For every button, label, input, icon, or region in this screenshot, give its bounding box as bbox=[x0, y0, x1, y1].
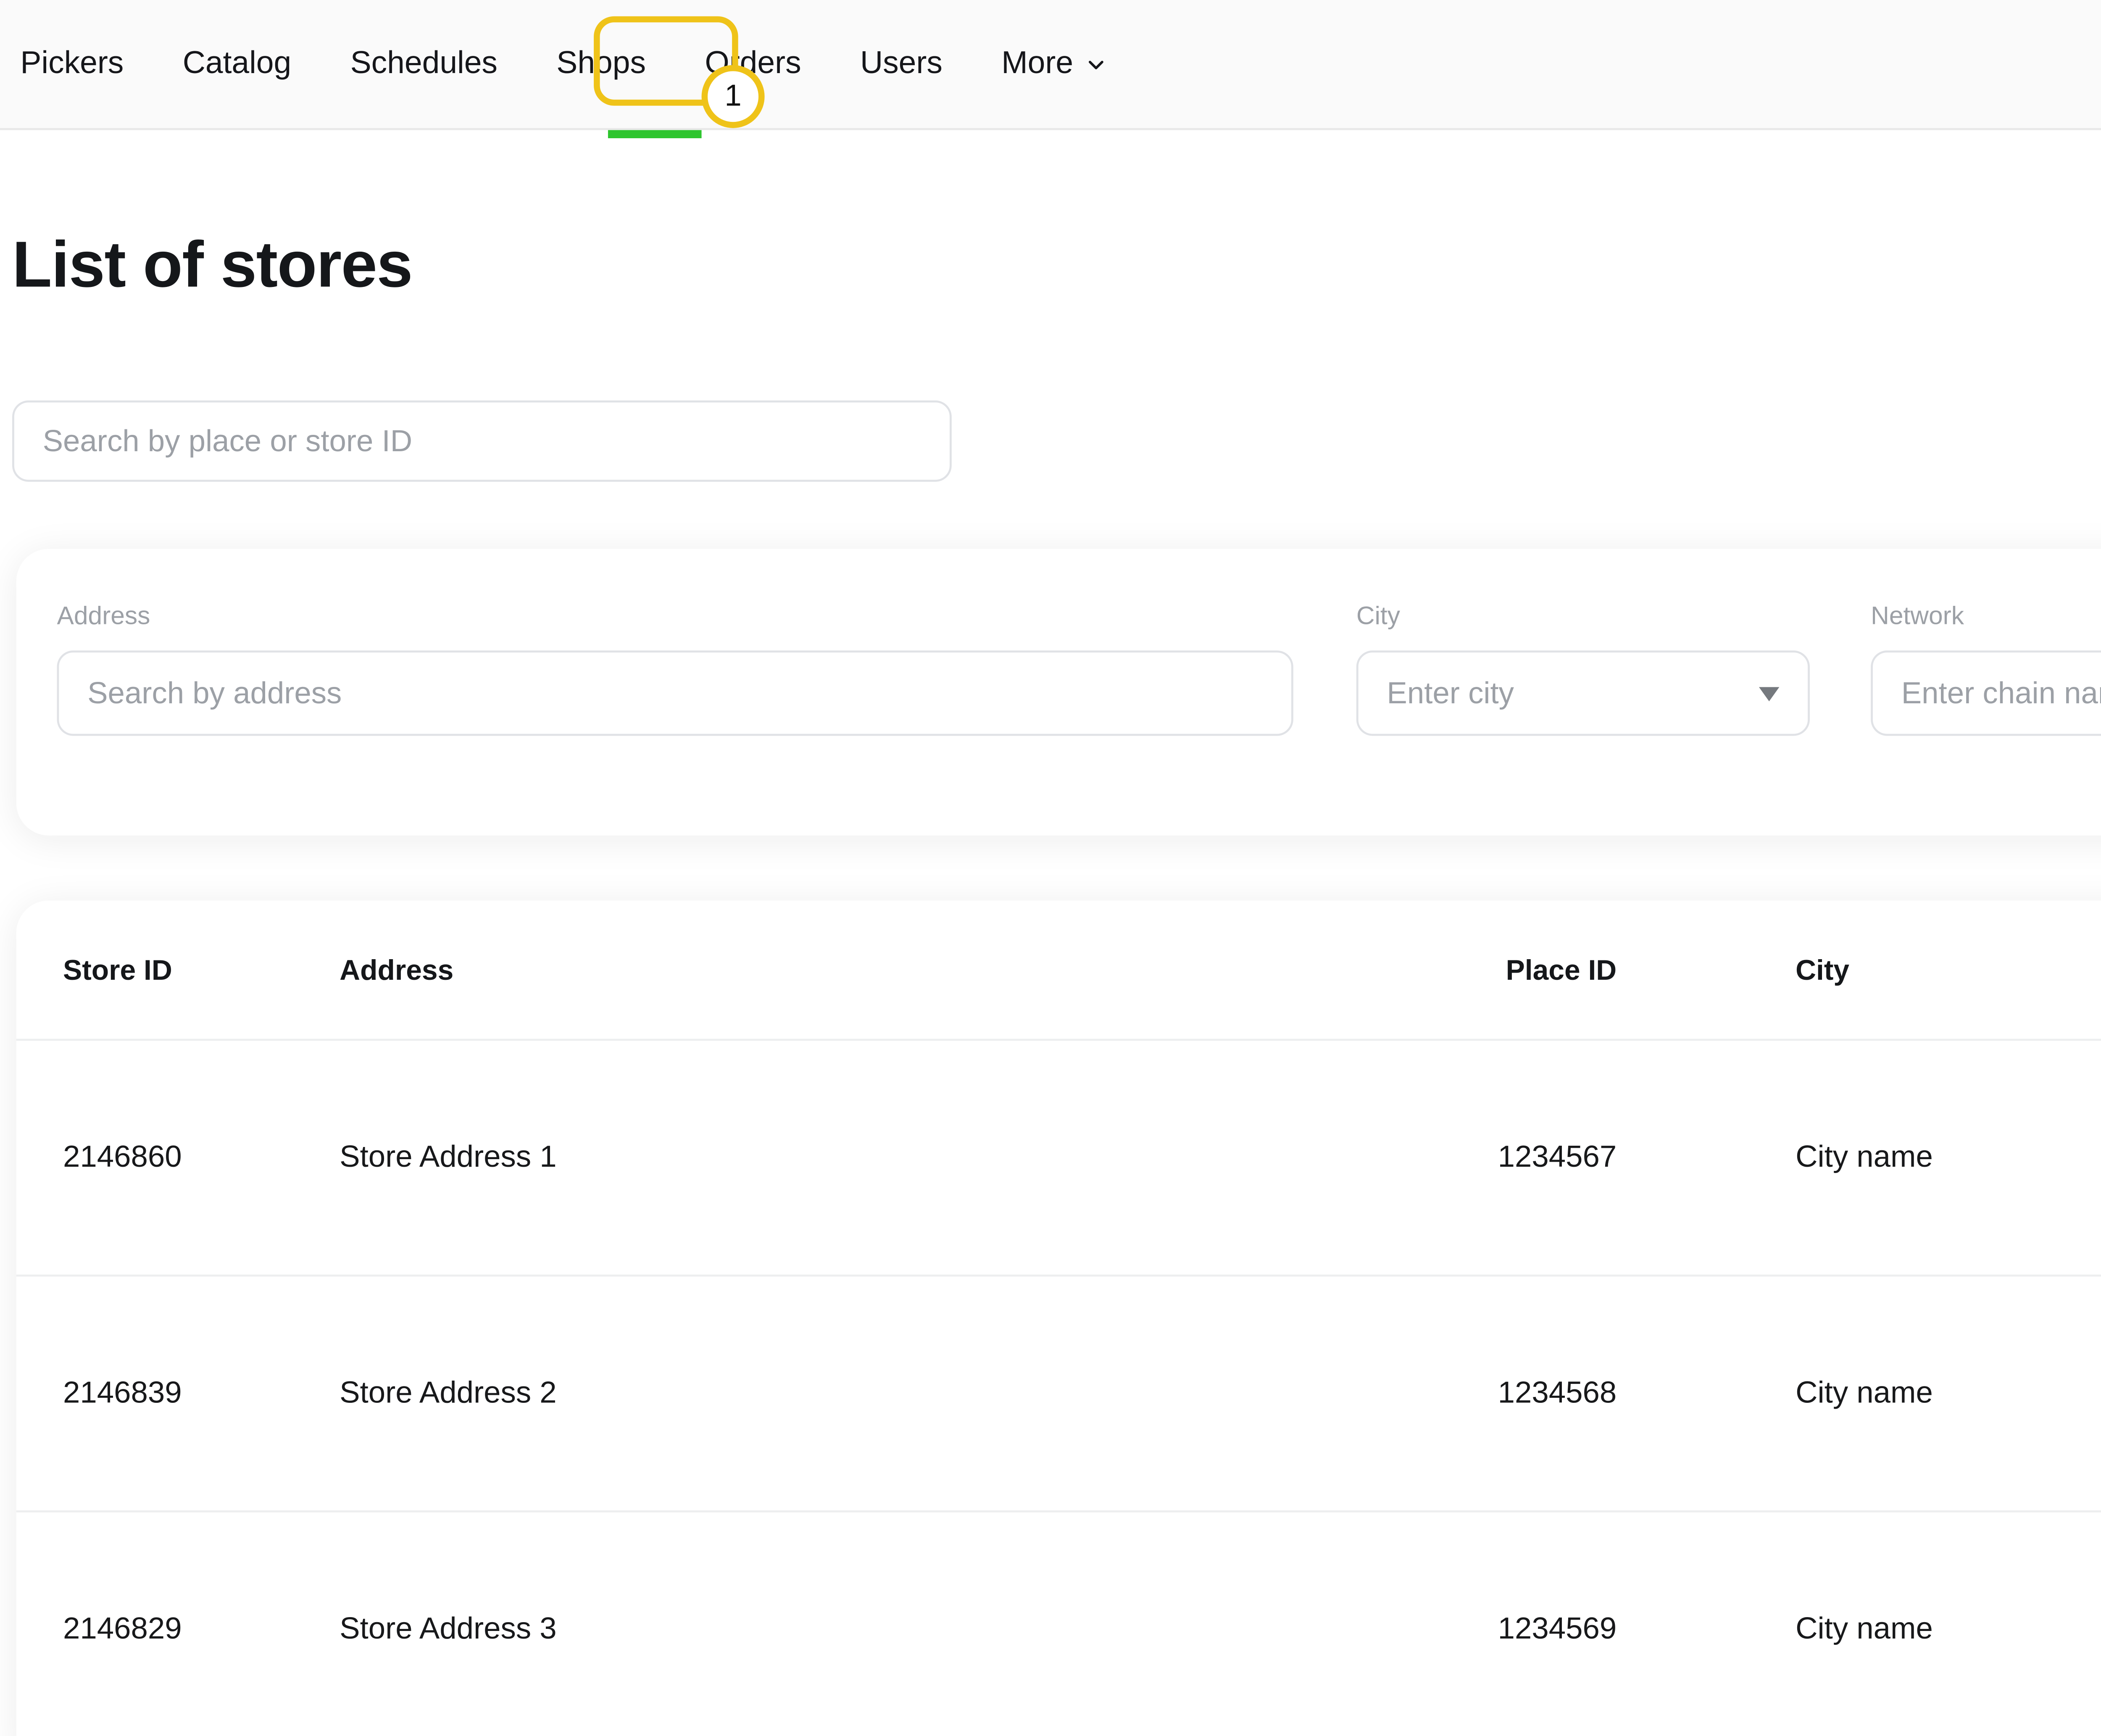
table-row: 2146829 Store Address 3 1234569 City nam… bbox=[16, 1510, 2101, 1736]
cell-address: Store Address 3 bbox=[340, 1612, 1348, 1647]
app-window: Pickers Catalog Schedules Shops Orders U… bbox=[0, 0, 2101, 1736]
table-row: 2146839 Store Address 2 1234568 City nam… bbox=[16, 1275, 2101, 1510]
network-filter-label: Network bbox=[1871, 602, 1964, 630]
nav-item-shops[interactable]: Shops bbox=[556, 46, 646, 82]
cell-city: City name bbox=[1617, 1612, 2101, 1647]
caret-down-icon bbox=[1759, 686, 1779, 700]
nav-item-users[interactable]: Users bbox=[860, 46, 943, 82]
network-filter-select[interactable]: Enter chain name bbox=[1871, 650, 2101, 736]
active-tab-underline bbox=[608, 130, 702, 138]
city-filter-placeholder: Enter city bbox=[1387, 676, 1514, 710]
filters-panel: Address City Network Status Enter city E… bbox=[16, 549, 2101, 835]
nav-item-catalog[interactable]: Catalog bbox=[183, 46, 292, 82]
header-address: Address bbox=[340, 953, 1348, 986]
address-filter-input[interactable] bbox=[57, 650, 1293, 736]
cell-address: Store Address 2 bbox=[340, 1376, 1348, 1411]
cell-store-id: 2146860 bbox=[63, 1140, 340, 1175]
cell-place-id: 1234569 bbox=[1348, 1612, 1617, 1647]
top-nav: Pickers Catalog Schedules Shops Orders U… bbox=[0, 0, 2101, 130]
header-store-id: Store ID bbox=[63, 953, 340, 986]
city-filter-label: City bbox=[1356, 602, 1400, 630]
cell-city: City name bbox=[1617, 1376, 2101, 1411]
header-city: City bbox=[1617, 953, 2101, 986]
chevron-down-icon bbox=[1083, 52, 1108, 76]
network-filter-placeholder: Enter chain name bbox=[1901, 676, 2101, 710]
cell-city: City name bbox=[1617, 1140, 2101, 1175]
header-place-id: Place ID bbox=[1348, 953, 1617, 986]
nav-item-orders[interactable]: Orders bbox=[705, 46, 801, 82]
cell-place-id: 1234567 bbox=[1348, 1140, 1617, 1175]
stores-table: Store ID Address Place ID City Network S… bbox=[16, 900, 2101, 1736]
nav-item-pickers[interactable]: Pickers bbox=[20, 46, 124, 82]
nav-items: Pickers Catalog Schedules Shops Orders U… bbox=[0, 46, 1108, 82]
page-title: List of stores bbox=[12, 228, 412, 303]
table-header-row: Store ID Address Place ID City Network S… bbox=[16, 900, 2101, 1039]
nav-item-more[interactable]: More bbox=[1001, 46, 1108, 82]
cell-place-id: 1234568 bbox=[1348, 1376, 1617, 1411]
search-input[interactable] bbox=[12, 400, 952, 482]
city-filter-select[interactable]: Enter city bbox=[1356, 650, 1810, 736]
cell-address: Store Address 1 bbox=[340, 1140, 1348, 1175]
table-row: 2146860 Store Address 1 1234567 City nam… bbox=[16, 1039, 2101, 1274]
nav-item-schedules[interactable]: Schedules bbox=[350, 46, 498, 82]
address-filter-label: Address bbox=[57, 602, 150, 630]
nav-item-more-label: More bbox=[1001, 46, 1073, 82]
cell-store-id: 2146839 bbox=[63, 1376, 340, 1411]
cell-store-id: 2146829 bbox=[63, 1612, 340, 1647]
